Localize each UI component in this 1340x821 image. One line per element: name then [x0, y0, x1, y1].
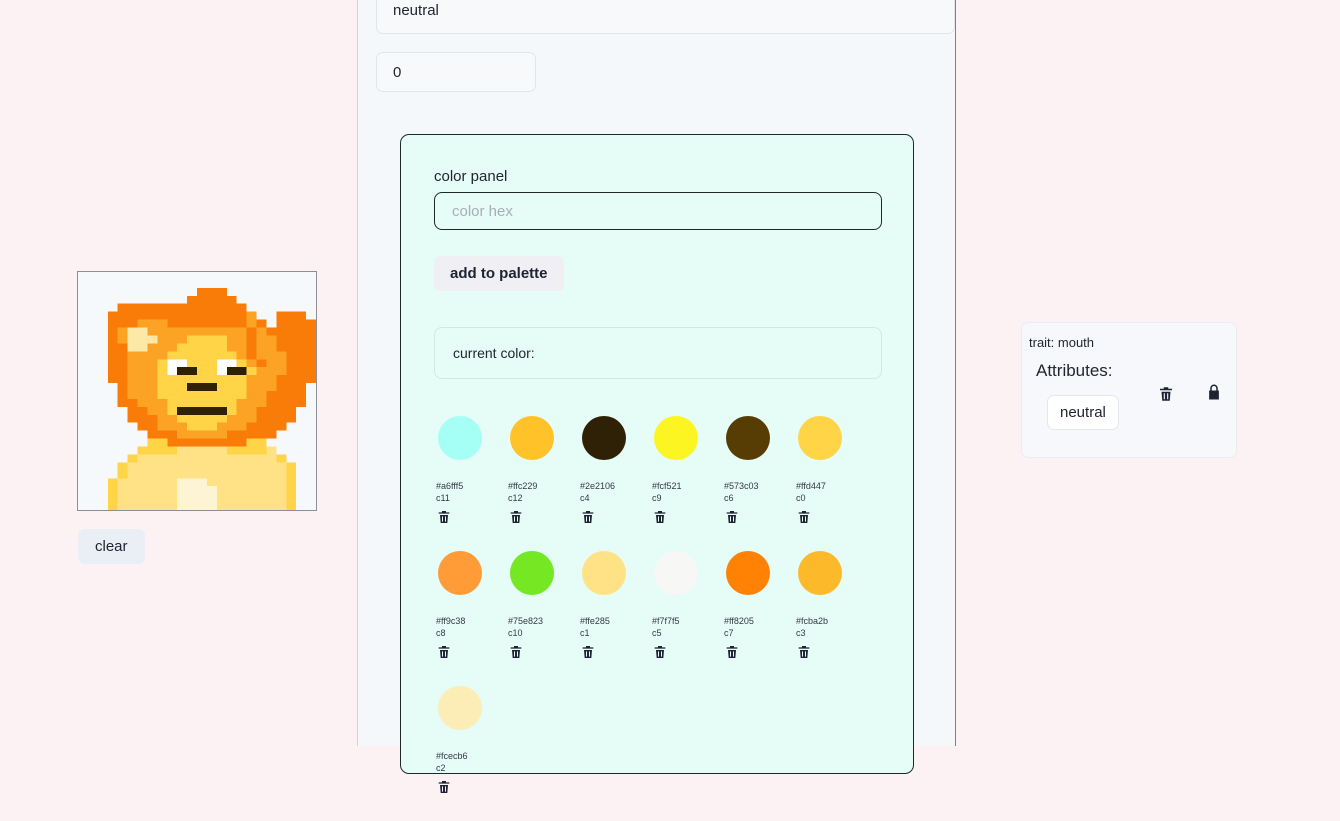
- swatch-hex-label: #ffd447: [796, 481, 826, 491]
- swatch-color-circle[interactable]: [798, 551, 842, 595]
- trait-column: trait: mouth Attributes: neutral: [956, 0, 1340, 746]
- trash-icon[interactable]: [508, 644, 524, 660]
- avatar-column: clear: [0, 0, 358, 746]
- swatch-hex-label: #f7f7f5: [652, 616, 680, 626]
- palette-swatch: #fcecb6 c2: [434, 686, 506, 795]
- trash-icon[interactable]: [796, 644, 812, 660]
- attribute-chip-neutral[interactable]: neutral: [1047, 395, 1119, 430]
- palette-swatch: #fcf521 c9: [650, 416, 722, 525]
- swatch-hex-label: #2e2106: [580, 481, 616, 491]
- trash-icon[interactable]: [436, 779, 452, 795]
- swatch-color-circle[interactable]: [726, 551, 770, 595]
- swatch-hex-label: #75e823: [508, 616, 544, 626]
- palette-swatch: #a6fff5 c11: [434, 416, 506, 525]
- swatch-color-circle[interactable]: [438, 551, 482, 595]
- swatch-hex-label: #fcba2b: [796, 616, 829, 626]
- swatch-color-circle[interactable]: [582, 416, 626, 460]
- swatch-key-label: c6: [724, 493, 734, 503]
- swatch-key-label: c11: [436, 493, 450, 503]
- trash-icon[interactable]: [1157, 385, 1175, 403]
- current-color-box: current color:: [434, 327, 882, 379]
- swatch-hex-label: #ff9c38: [436, 616, 466, 626]
- avatar-preview-frame: [77, 271, 317, 511]
- palette-swatch: #573c03 c6: [722, 416, 794, 525]
- trash-icon[interactable]: [652, 509, 668, 525]
- swatch-key-label: c0: [796, 493, 806, 503]
- swatch-color-circle[interactable]: [654, 551, 698, 595]
- swatch-color-circle[interactable]: [438, 686, 482, 730]
- swatch-key-label: c7: [724, 628, 734, 638]
- color-panel: color panel add to palette current color…: [400, 134, 914, 793]
- trait-card-title: trait: mouth: [1029, 335, 1095, 350]
- editor-column: color panel add to palette current color…: [358, 0, 956, 793]
- swatch-key-label: c2: [436, 763, 446, 773]
- swatch-color-circle[interactable]: [726, 416, 770, 460]
- trash-icon[interactable]: [436, 509, 452, 525]
- swatch-hex-label: #ffe285: [580, 616, 610, 626]
- swatch-color-circle[interactable]: [582, 551, 626, 595]
- avatar-pixel-art: [78, 272, 316, 510]
- trash-icon[interactable]: [724, 644, 740, 660]
- swatch-hex-label: #573c03: [724, 481, 759, 491]
- swatch-hex-label: #fcf521: [652, 481, 682, 491]
- palette-swatch: #ff8205 c7: [722, 551, 794, 660]
- swatch-key-label: c8: [436, 628, 446, 638]
- trait-name-input[interactable]: [376, 0, 955, 34]
- swatch-key-label: c5: [652, 628, 662, 638]
- palette-swatch: #ffe285 c1: [578, 551, 650, 660]
- trash-icon[interactable]: [508, 509, 524, 525]
- swatch-hex-label: #a6fff5: [436, 481, 464, 491]
- palette-swatch: #2e2106 c4: [578, 416, 650, 525]
- swatch-hex-label: #fcecb6: [436, 751, 468, 761]
- swatch-key-label: c4: [580, 493, 590, 503]
- swatch-hex-label: #ffc229: [508, 481, 538, 491]
- clear-button[interactable]: clear: [78, 529, 145, 564]
- swatch-color-circle[interactable]: [510, 416, 554, 460]
- add-to-palette-button[interactable]: add to palette: [434, 256, 564, 291]
- trash-icon[interactable]: [580, 644, 596, 660]
- trash-icon[interactable]: [724, 509, 740, 525]
- trash-icon[interactable]: [580, 509, 596, 525]
- swatch-color-circle[interactable]: [798, 416, 842, 460]
- palette-swatch: #fcba2b c3: [794, 551, 866, 660]
- palette-swatch: #ffd447 c0: [794, 416, 866, 525]
- swatch-color-circle[interactable]: [438, 416, 482, 460]
- current-color-label: current color:: [453, 345, 535, 361]
- trash-icon[interactable]: [436, 644, 452, 660]
- palette-swatch: #75e823 c10: [506, 551, 578, 660]
- trash-icon[interactable]: [796, 509, 812, 525]
- color-panel-title: color panel: [434, 168, 508, 185]
- swatch-key-label: c9: [652, 493, 662, 503]
- trash-icon[interactable]: [652, 644, 668, 660]
- lock-icon[interactable]: [1205, 383, 1223, 401]
- palette-swatch: #f7f7f5 c5: [650, 551, 722, 660]
- color-hex-input[interactable]: [434, 192, 882, 230]
- swatch-key-label: c12: [508, 493, 523, 503]
- palette-swatch: #ff9c38 c8: [434, 551, 506, 660]
- swatch-hex-label: #ff8205: [724, 616, 754, 626]
- swatch-color-circle[interactable]: [510, 551, 554, 595]
- attributes-label: Attributes:: [1036, 361, 1113, 380]
- palette-swatch-grid: #a6fff5 c11 #ffc229 c12 #2e2106 c4 #fcf521 c9 #5…: [401, 416, 915, 821]
- trait-card: trait: mouth Attributes: neutral: [1021, 322, 1237, 458]
- palette-swatch: #ffc229 c12: [506, 416, 578, 525]
- swatch-key-label: c10: [508, 628, 523, 638]
- trait-index-input[interactable]: [376, 52, 536, 92]
- swatch-color-circle[interactable]: [654, 416, 698, 460]
- swatch-key-label: c1: [580, 628, 590, 638]
- swatch-key-label: c3: [796, 628, 806, 638]
